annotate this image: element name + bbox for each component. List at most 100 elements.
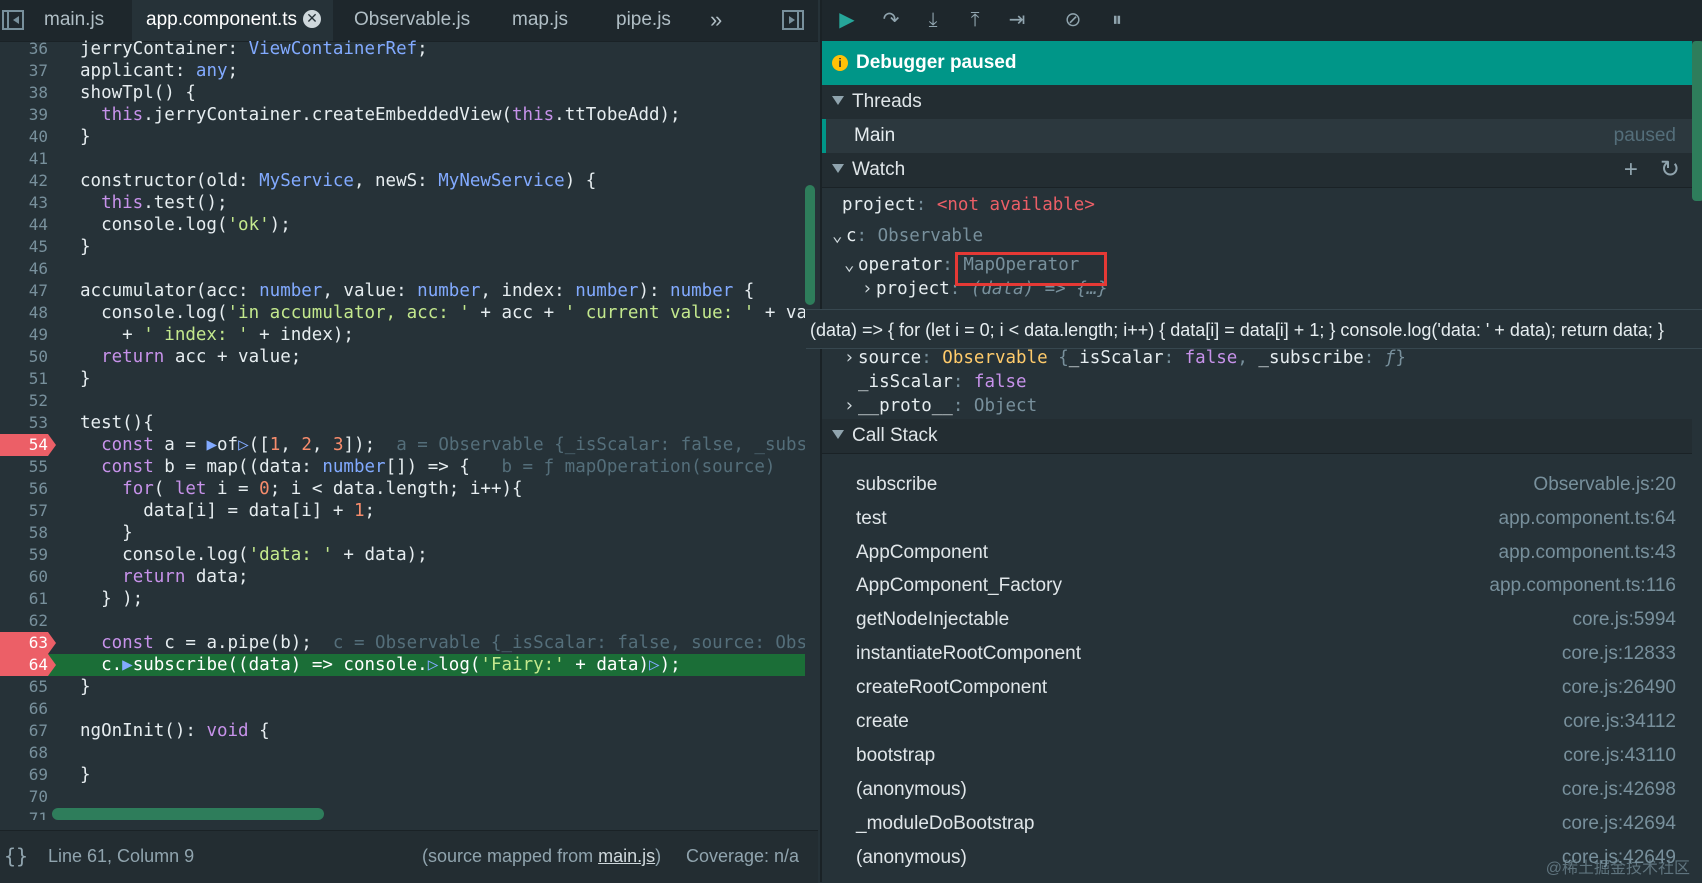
tab-map-js[interactable]: map.js <box>512 0 568 41</box>
inline-value: a = Observable {_isScalar: false, _subs <box>396 435 805 455</box>
callstack-frame[interactable]: getNodeInjectable core.js:5994 <box>822 603 1692 637</box>
tabs-overflow-icon[interactable]: » <box>710 0 722 41</box>
breakpoint-line[interactable]: 54 const a = ▶of▷([1, 2, 3]); a = Observ… <box>0 434 805 456</box>
callstack-frame[interactable]: bootstrap core.js:43110 <box>822 739 1692 773</box>
code-editor[interactable]: 36 jerryContainer: ViewContainerRef; 37 ap… <box>0 38 805 820</box>
code-line: 52 <box>28 391 48 410</box>
horizontal-scrollbar[interactable] <box>52 808 324 820</box>
callstack-section-header[interactable]: Call Stack <box>822 419 1692 454</box>
source-map-prefix: (source mapped from <box>422 846 599 866</box>
code-line: 53 test(){ <box>28 413 154 433</box>
watch-item-proto[interactable]: › __proto__: Object <box>844 394 1037 418</box>
frame-function: test <box>856 508 887 529</box>
callstack-frame[interactable]: createRootComponent core.js:26490 <box>822 671 1692 705</box>
frame-location: Observable.js:20 <box>1533 474 1676 495</box>
source-map-link[interactable]: main.js <box>598 846 655 866</box>
watch-item-project[interactable]: project: <not available> <box>842 193 1095 217</box>
editor-pane: main.js app.component.ts ✕ Observable.js … <box>0 0 818 883</box>
code-line: 66 <box>28 699 48 718</box>
callstack-frame[interactable]: subscribe Observable.js:20 <box>822 468 1692 502</box>
code-line: 67 ngOnInit(): void { <box>28 721 270 741</box>
callstack-frame[interactable]: create core.js:34112 <box>822 705 1692 739</box>
code-line: 39 this.jerryContainer.createEmbeddedVie… <box>28 105 681 125</box>
step-icon[interactable]: ⇥ <box>1002 6 1032 34</box>
tab-app-component-ts[interactable]: app.component.ts ✕ <box>132 0 334 41</box>
deactivate-breakpoints-icon[interactable]: ⊘ <box>1058 6 1088 34</box>
refresh-icon[interactable]: ↻ <box>1660 156 1680 183</box>
callstack-frame[interactable]: AppComponent_Factory app.component.ts:116 <box>822 569 1692 603</box>
expanded-caret-icon[interactable]: ⌄ <box>832 224 846 248</box>
close-tab-icon[interactable]: ✕ <box>303 10 322 28</box>
threads-section-header[interactable]: Threads <box>822 85 1692 120</box>
step-into-icon[interactable]: ⤓ <box>918 6 948 34</box>
watch-value: false <box>973 372 1027 392</box>
coverage-info: Coverage: n/a <box>686 846 800 866</box>
watch-item-c[interactable]: ⌄ c: Observable <box>832 224 983 248</box>
add-watch-icon[interactable]: + <box>1624 156 1638 183</box>
code-line: 55 const b = map((data: number[]) => { b… <box>28 457 776 477</box>
tab-pipe-js[interactable]: pipe.js <box>616 0 671 41</box>
collapsed-caret-icon[interactable]: › <box>844 346 858 370</box>
frame-function: create <box>856 711 909 732</box>
pause-on-exceptions-icon[interactable]: ⏸ <box>1102 6 1132 34</box>
tab-observable-js[interactable]: Observable.js <box>354 0 470 41</box>
code-line: 49 + ' index: ' + index); <box>28 325 354 345</box>
callstack-frame[interactable]: test app.component.ts:64 <box>822 502 1692 536</box>
frame-location: app.component.ts:116 <box>1489 575 1676 596</box>
thread-item-main[interactable]: Main paused <box>822 119 1692 153</box>
frame-function: instantiateRootComponent <box>856 643 1081 664</box>
code-line: 58 } <box>28 523 133 543</box>
debugger-paused-banner: i Debugger paused <box>822 41 1692 85</box>
watch-key: c <box>846 226 857 246</box>
value-preview-tooltip: (data) => { for (let i = 0; i < data.len… <box>806 309 1702 349</box>
expanded-caret-icon[interactable]: ⌄ <box>844 253 858 277</box>
code-line: 59 console.log('data: ' + data); <box>28 545 428 565</box>
callstack-frame[interactable]: instantiateRootComponent core.js:12833 <box>822 637 1692 671</box>
frame-location: app.component.ts:43 <box>1498 542 1676 563</box>
frame-function: createRootComponent <box>856 677 1048 698</box>
info-icon: i <box>832 55 848 71</box>
code-line: 51} <box>28 369 91 389</box>
watch-value: Object <box>973 396 1038 416</box>
breakpoint-line[interactable]: 63 const c = a.pipe(b); c = Observable {… <box>0 632 805 654</box>
step-out-icon[interactable]: ⤒ <box>960 6 990 34</box>
callstack-frame[interactable]: _moduleDoBootstrap core.js:42694 <box>822 807 1692 841</box>
frame-function: _moduleDoBootstrap <box>856 813 1035 834</box>
watch-item-source[interactable]: › source: Observable {_isScalar: false, _… <box>844 346 1406 370</box>
code-line: 44 console.log('ok'); <box>28 215 291 235</box>
code-line: 46 <box>28 259 48 278</box>
frame-location: core.js:12833 <box>1561 643 1676 664</box>
watch-item-isscalar[interactable]: _isScalar: false <box>858 370 1027 394</box>
frame-function: AppComponent_Factory <box>856 575 1062 596</box>
toggle-debugger-panel-icon[interactable] <box>782 10 804 30</box>
code-line: 42 constructor(old: MyService, newS: MyNe… <box>28 171 597 191</box>
callstack-frame[interactable]: AppComponent app.component.ts:43 <box>822 536 1692 570</box>
watch-key: source <box>858 348 922 368</box>
resume-icon[interactable]: ▶ <box>832 6 862 34</box>
vertical-scrollbar[interactable] <box>805 185 815 305</box>
watch-value: Observable <box>877 226 983 246</box>
watch-section-header[interactable]: Watch + ↻ <box>822 153 1692 188</box>
tab-main-js[interactable]: main.js <box>44 0 104 41</box>
frame-function: getNodeInjectable <box>856 609 1010 630</box>
watch-key: project <box>842 195 916 215</box>
collapsed-caret-icon[interactable]: › <box>844 394 858 418</box>
inline-value: b = ƒ mapOperation(source) <box>501 457 776 477</box>
current-execution-line[interactable]: 64 c.▶subscribe((data) => console.▷log('… <box>0 654 805 676</box>
step-over-icon[interactable]: ↷ <box>876 6 906 34</box>
collapse-caret-icon <box>832 430 844 439</box>
watch-key: operator <box>858 255 943 275</box>
pretty-print-icon[interactable]: {} <box>4 844 28 868</box>
code-line: 41 <box>28 149 48 168</box>
code-line: 57 data[i] = data[i] + 1; <box>28 501 376 521</box>
collapse-caret-icon <box>832 96 844 105</box>
debugger-scrollbar[interactable] <box>1692 41 1702 201</box>
callstack-frame[interactable]: (anonymous) core.js:42698 <box>822 773 1692 807</box>
toggle-sidebar-icon[interactable] <box>2 10 24 30</box>
frame-function: AppComponent <box>856 542 989 563</box>
code-line: 60 return data; <box>28 567 249 587</box>
frame-function: subscribe <box>856 474 938 495</box>
code-line: 43 this.test(); <box>28 193 228 213</box>
collapsed-caret-icon[interactable]: › <box>862 277 876 301</box>
code-line: 61 } ); <box>28 589 144 609</box>
